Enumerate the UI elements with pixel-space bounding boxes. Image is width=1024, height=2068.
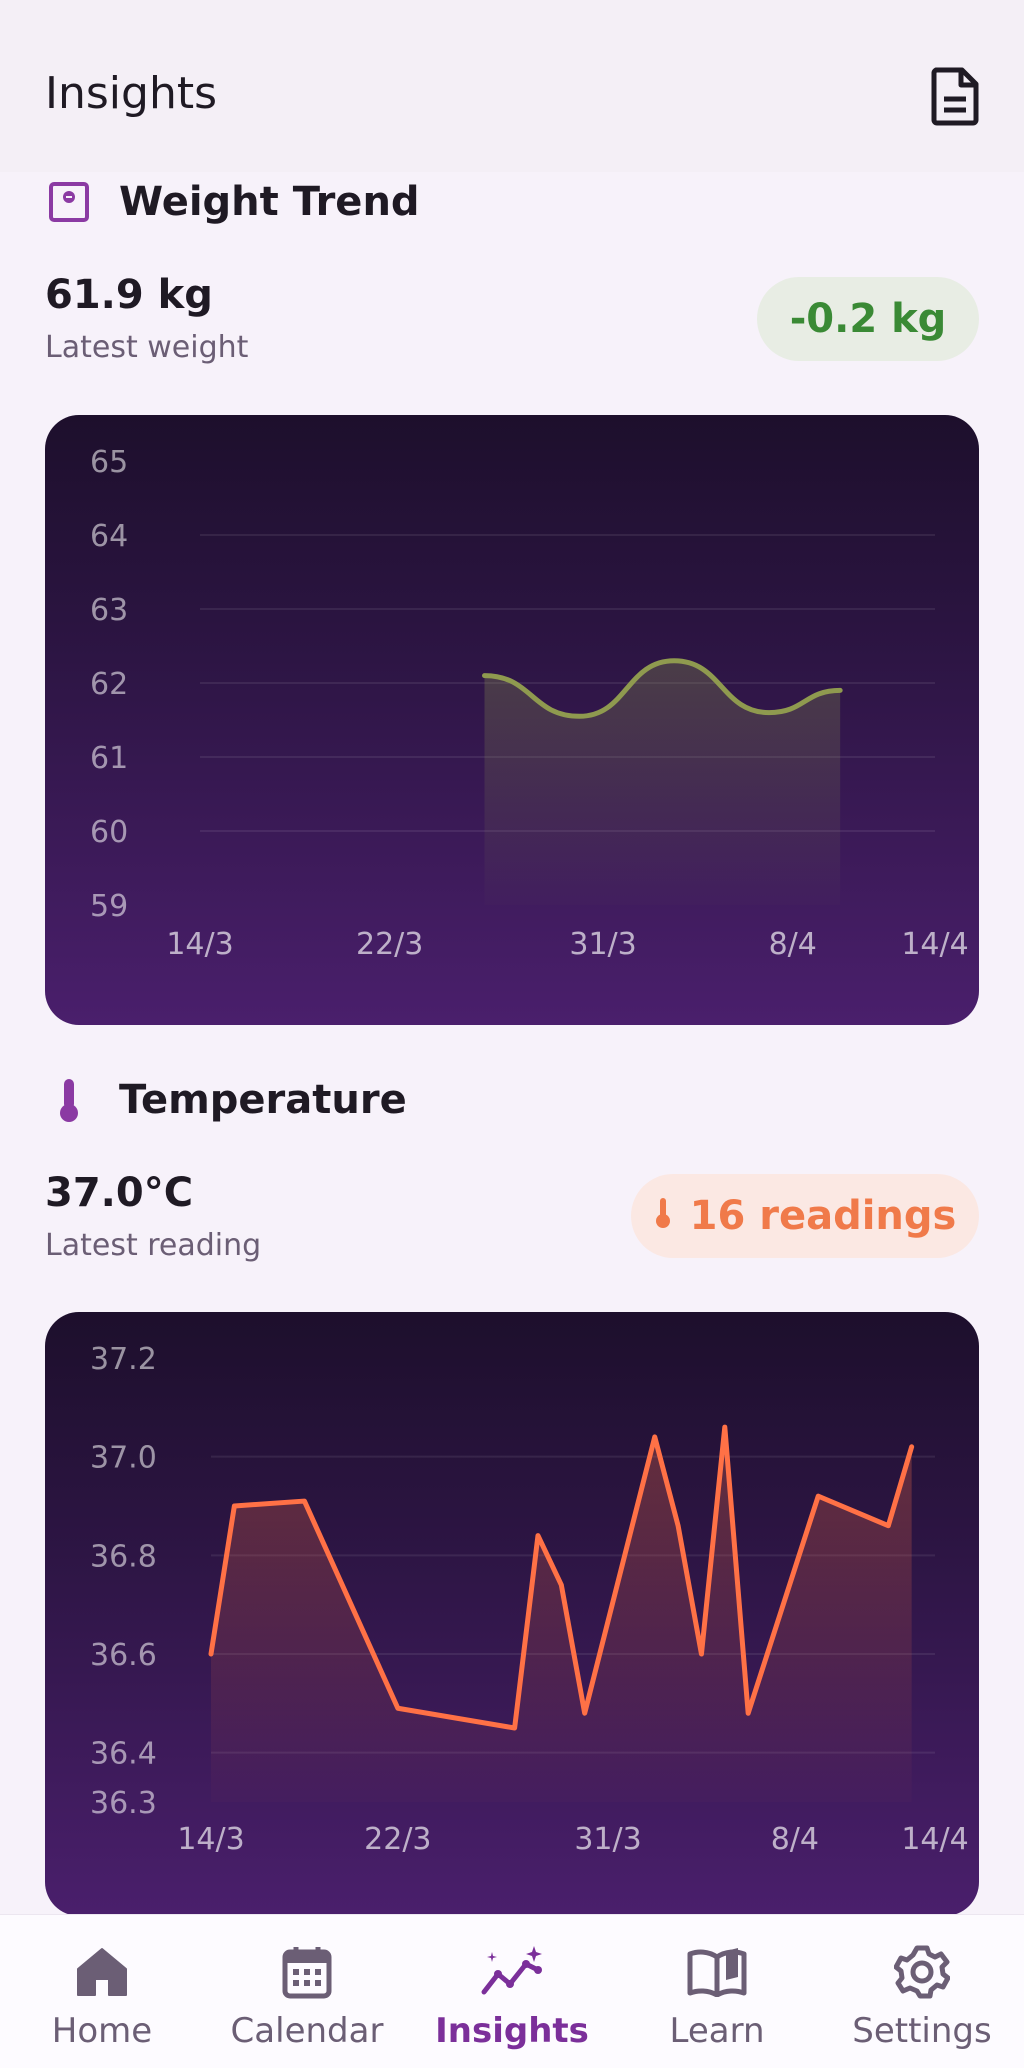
nav-learn[interactable]: Learn bbox=[615, 1915, 819, 2068]
readings-count-badge: 16 readings bbox=[631, 1174, 979, 1258]
x-tick-label: 8/4 bbox=[769, 927, 817, 962]
x-tick-label: 14/3 bbox=[166, 927, 233, 962]
y-tick-label: 65 bbox=[90, 445, 128, 480]
weight-chart: 65 64 63 62 61 60 59 14/3 22/3 31/3 8/4 14/4 bbox=[45, 415, 979, 1025]
temperature-chart: 37.2 37.0 36.8 36.6 36.4 36.3 14/3 22/3 31/3 8/4 1… bbox=[45, 1312, 979, 1916]
x-tick-label: 22/3 bbox=[356, 927, 423, 962]
section-title: Weight Trend bbox=[119, 179, 420, 225]
weight-section-header: Weight Trend bbox=[45, 178, 420, 226]
thermometer-icon bbox=[45, 1076, 93, 1124]
badge-label: -0.2 kg bbox=[790, 296, 947, 342]
y-tick-label: 64 bbox=[90, 519, 128, 554]
series-area bbox=[485, 661, 841, 905]
nav-label: Calendar bbox=[231, 2011, 384, 2051]
book-icon bbox=[686, 1943, 748, 2001]
section-title: Temperature bbox=[119, 1077, 407, 1123]
y-tick-label: 62 bbox=[90, 667, 128, 702]
nav-settings[interactable]: Settings bbox=[820, 1915, 1024, 2068]
x-tick-label: 31/3 bbox=[569, 927, 636, 962]
y-tick-label: 60 bbox=[90, 815, 128, 850]
scale-icon bbox=[45, 178, 93, 226]
y-tick-label: 61 bbox=[90, 741, 128, 776]
page-title: Insights bbox=[45, 68, 217, 119]
x-tick-label: 14/4 bbox=[901, 927, 968, 962]
x-tick-label: 14/3 bbox=[177, 1822, 244, 1857]
y-tick-label: 63 bbox=[90, 593, 128, 628]
weight-change-badge: -0.2 kg bbox=[757, 277, 979, 361]
weight-value: 61.9 kg bbox=[45, 272, 213, 318]
x-tick-label: 22/3 bbox=[364, 1822, 431, 1857]
y-tick-label: 59 bbox=[90, 889, 128, 924]
y-tick-label: 37.2 bbox=[90, 1342, 157, 1377]
gear-icon bbox=[894, 1943, 950, 2001]
bottom-navigation: Home Calendar bbox=[0, 1914, 1024, 2068]
x-tick-label: 14/4 bbox=[901, 1822, 968, 1857]
y-tick-label: 37.0 bbox=[90, 1441, 157, 1476]
nav-calendar[interactable]: Calendar bbox=[205, 1915, 409, 2068]
y-tick-label: 36.6 bbox=[90, 1638, 157, 1673]
temperature-subtitle: Latest reading bbox=[45, 1228, 261, 1263]
thermometer-icon bbox=[654, 1193, 672, 1239]
nav-insights[interactable]: Insights bbox=[410, 1915, 614, 2068]
home-icon bbox=[75, 1943, 129, 2001]
nav-label: Learn bbox=[669, 2011, 764, 2051]
temperature-section-header: Temperature bbox=[45, 1076, 407, 1124]
temperature-chart-svg: 37.2 37.0 36.8 36.6 36.4 36.3 14/3 22/3 31/3 8/4 1… bbox=[45, 1312, 979, 1916]
x-tick-label: 8/4 bbox=[771, 1822, 819, 1857]
top-app-bar: Insights bbox=[0, 0, 1024, 172]
series-area bbox=[211, 1427, 912, 1802]
insights-icon bbox=[480, 1943, 544, 2001]
document-icon[interactable] bbox=[930, 66, 980, 126]
x-tick-label: 31/3 bbox=[574, 1822, 641, 1857]
temperature-value: 37.0°C bbox=[45, 1170, 193, 1216]
weight-chart-svg: 65 64 63 62 61 60 59 14/3 22/3 31/3 8/4 14/4 bbox=[45, 415, 979, 1025]
nav-home[interactable]: Home bbox=[0, 1915, 204, 2068]
y-tick-label: 36.4 bbox=[90, 1737, 157, 1772]
nav-label: Settings bbox=[852, 2011, 991, 2051]
nav-label: Insights bbox=[435, 2011, 589, 2051]
nav-label: Home bbox=[52, 2011, 152, 2051]
y-tick-label: 36.8 bbox=[90, 1539, 157, 1574]
weight-subtitle: Latest weight bbox=[45, 330, 248, 365]
calendar-icon bbox=[282, 1943, 332, 2001]
y-tick-label: 36.3 bbox=[90, 1786, 157, 1821]
badge-label: 16 readings bbox=[690, 1193, 957, 1239]
